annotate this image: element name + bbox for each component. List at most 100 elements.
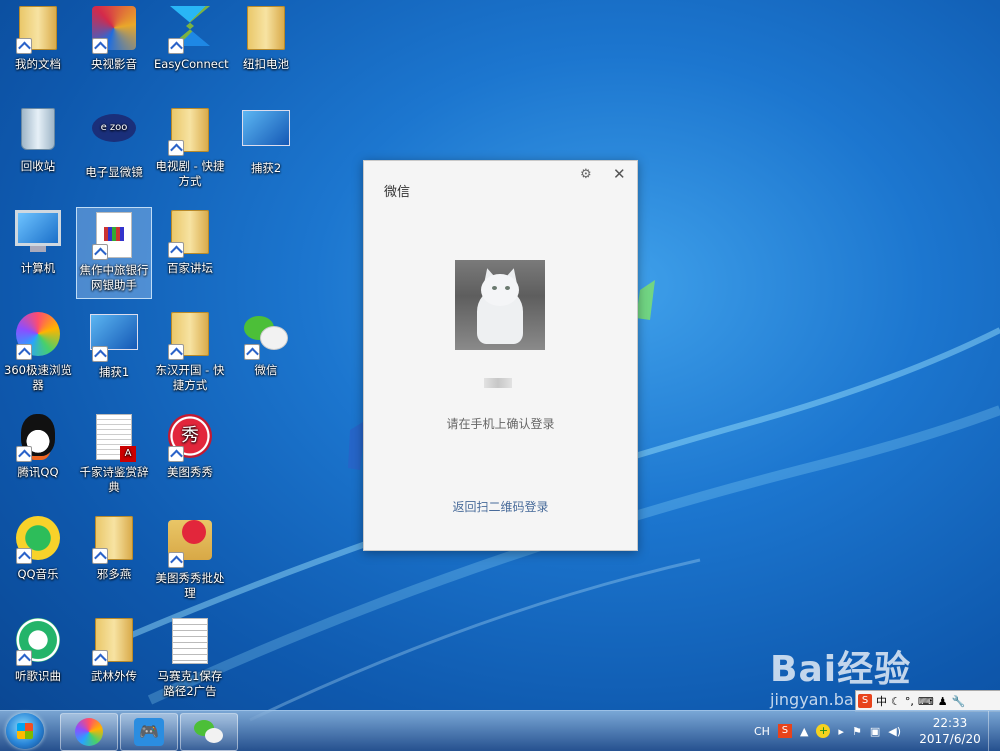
desktop-icon-microscope[interactable]: e zoo 电子显微镜 [76, 104, 152, 196]
confirm-on-phone-text: 请在手机上确认登录 [446, 417, 555, 431]
close-icon[interactable]: ✕ [613, 165, 626, 183]
sogou-icon[interactable]: S [777, 724, 792, 738]
icon-label: 纽扣电池 [243, 57, 289, 71]
user-icon[interactable]: ♟ [938, 695, 948, 708]
gear-icon[interactable]: ⚙ [580, 167, 592, 182]
desktop-icon-meitu[interactable]: 秀 美图秀秀 [152, 410, 228, 502]
desktop-icon-meitu-batch[interactable]: 美图秀秀批处理 [152, 512, 228, 604]
folder-icon [247, 6, 285, 50]
watermark-logo-text: Bai经验 [770, 649, 912, 690]
icon-label: 美图秀秀 [167, 465, 213, 479]
taskbar-wechat[interactable] [180, 713, 238, 751]
icon-label: 回收站 [20, 159, 56, 173]
computer-icon [15, 210, 61, 246]
show-desktop-button[interactable] [988, 711, 1000, 751]
icon-label: 听歌识曲 [15, 669, 61, 683]
desktop-icon-qq[interactable]: 腾讯QQ [0, 410, 76, 502]
blurred-username [484, 378, 512, 388]
security-icon[interactable]: + [816, 724, 831, 738]
taskbar-360-browser[interactable] [60, 713, 118, 751]
desktop-icon-folder-xieduoyan[interactable]: 邪多燕 [76, 512, 152, 604]
desktop-icon-capture1[interactable]: 捕获1 [76, 308, 152, 400]
taskbar: 🎮 CH S ▲ + ▸ ⚑ ▣ ◀) 22:33 2017/6/20 [0, 710, 1000, 751]
back-to-qr-login-link[interactable]: 返回扫二维码登录 [364, 498, 637, 515]
cat-eye [492, 286, 497, 290]
icon-label: EasyConnect [154, 57, 229, 71]
desktop-icon-tv-series[interactable]: 电视剧 - 快捷方式 [152, 104, 228, 196]
pdf-badge-icon: A [120, 446, 136, 462]
moon-icon[interactable]: ☾ [891, 695, 901, 708]
lang-indicator[interactable]: CH [754, 725, 770, 738]
shortcut-arrow-icon [92, 346, 108, 362]
wechat-icon [194, 718, 224, 746]
icon-label: 邪多燕 [96, 567, 132, 581]
shortcut-arrow-icon [244, 344, 260, 360]
recycle-bin-icon [21, 108, 55, 150]
icon-label: 电视剧 - 快捷方式 [155, 159, 225, 188]
flag-icon[interactable]: ⚑ [852, 725, 862, 738]
punctuation-icon[interactable]: °, [905, 695, 914, 708]
desktop-icon-poetry-dictionary[interactable]: A 千家诗鉴赏辞典 [76, 410, 152, 502]
desktop-icon-recycle-bin[interactable]: 回收站 [0, 104, 76, 196]
shortcut-arrow-icon [168, 446, 184, 462]
avatar [455, 260, 545, 350]
icon-label: 腾讯QQ [17, 465, 59, 479]
icon-label: 捕获1 [98, 365, 130, 379]
desktop-icon-capture2[interactable]: 捕获2 [228, 104, 304, 196]
shortcut-arrow-icon [168, 140, 184, 156]
shortcut-arrow-icon [16, 650, 32, 666]
shortcut-arrow-icon [168, 344, 184, 360]
show-hidden-icons[interactable]: ▲ [800, 725, 808, 738]
desktop-icon-bank-assistant[interactable]: 焦作中旅银行网银助手 [76, 207, 152, 299]
ime-lang-toggle[interactable]: 中 [876, 693, 887, 709]
shortcut-arrow-icon [92, 38, 108, 54]
desktop-icon-donghan[interactable]: 东汉开国 - 快捷方式 [152, 308, 228, 400]
icon-label: 360极速浏览器 [4, 363, 72, 392]
system-tray: CH S ▲ + ▸ ⚑ ▣ ◀) [750, 711, 905, 751]
dialog-title: 微信 [384, 185, 411, 200]
taskbar-game[interactable]: 🎮 [120, 713, 178, 751]
desktop-icon-cctv-video[interactable]: 央视影音 [76, 2, 152, 94]
screenshot-thumbnail-icon [242, 110, 290, 146]
desktop-icon-360-browser[interactable]: 360极速浏览器 [0, 308, 76, 400]
icon-label: 千家诗鉴赏辞典 [79, 465, 149, 494]
icon-label: 捕获2 [250, 161, 282, 175]
desktop-icon-computer[interactable]: 计算机 [0, 206, 76, 298]
shortcut-arrow-icon [16, 38, 32, 54]
desktop-icon-wulin[interactable]: 武林外传 [76, 614, 152, 706]
volume-icon[interactable]: ◀) [888, 725, 901, 738]
icon-label: 微信 [254, 363, 278, 377]
icon-label: 百家讲坛 [167, 261, 213, 275]
shortcut-arrow-icon [168, 242, 184, 258]
gamepad-icon: 🎮 [134, 718, 164, 746]
desktop-icon-song-recognition[interactable]: 听歌识曲 [0, 614, 76, 706]
desktop-icon-button-battery[interactable]: 纽扣电池 [228, 2, 304, 94]
icon-label: 武林外传 [91, 669, 137, 683]
icon-label: 央视影音 [91, 57, 137, 71]
desktop-icon-mosaic-doc[interactable]: 马赛克1保存路径2广告 [152, 614, 228, 706]
ime-toolbar[interactable]: S 中 ☾ °, ⌨ ♟ 🔧 [855, 690, 1000, 712]
sogou-icon[interactable]: S [858, 694, 872, 708]
taskbar-clock[interactable]: 22:33 2017/6/20 [917, 715, 983, 747]
shortcut-arrow-icon [16, 548, 32, 564]
icon-label: 东汉开国 - 快捷方式 [155, 363, 225, 392]
keyboard-icon[interactable]: ⌨ [918, 695, 934, 708]
shortcut-arrow-icon [168, 552, 184, 568]
wrench-icon[interactable]: 🔧 [952, 695, 966, 708]
arrow-icon[interactable]: ▸ [838, 725, 844, 738]
icon-label: 计算机 [20, 261, 56, 275]
icon-label: 我的文档 [15, 57, 61, 71]
icon-label: QQ音乐 [17, 567, 59, 581]
clock-time: 22:33 [932, 716, 968, 730]
start-button[interactable] [6, 713, 44, 749]
network-icon[interactable]: ▣ [870, 725, 880, 738]
shortcut-arrow-icon [92, 548, 108, 564]
shortcut-arrow-icon [16, 446, 32, 462]
desktop-icon-lecture-room[interactable]: 百家讲坛 [152, 206, 228, 298]
desktop-icon-wechat[interactable]: 微信 [228, 308, 304, 400]
desktop-icon-qq-music[interactable]: QQ音乐 [0, 512, 76, 604]
cat-head [481, 274, 519, 306]
desktop-icon-my-documents[interactable]: 我的文档 [0, 2, 76, 94]
text-document-icon [172, 618, 208, 664]
desktop-icon-easyconnect[interactable]: EasyConnect [152, 2, 229, 94]
